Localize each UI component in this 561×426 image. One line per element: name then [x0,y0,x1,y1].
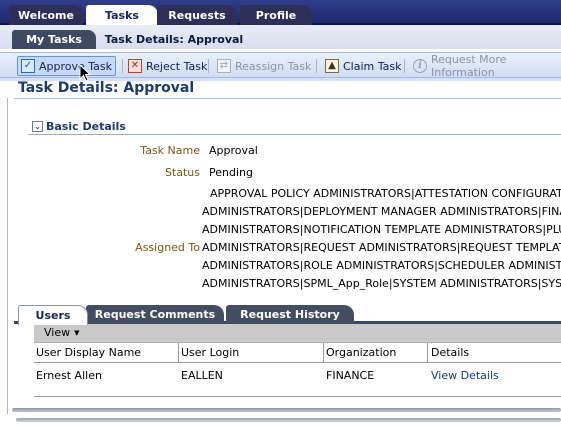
table-bottom-border [34,396,561,397]
view-toolbar: View ▼ [34,324,561,343]
approve-task-label: Approve Task [39,59,113,73]
assigned-to-line: APPROVAL POLICY ADMINISTRATORS|ATTESTATI… [210,187,561,200]
assigned-to-line: ADMINISTRATORS|REQUEST ADMINISTRATORS|RE… [202,241,561,254]
info-icon: i [413,59,427,73]
top-tab-bar: Welcome Tasks Requests Profile [0,0,561,26]
panel-bottom-border [12,408,561,412]
tab-my-tasks[interactable]: My Tasks [12,30,96,49]
toolbar-separator [122,59,123,73]
reassign-task-button[interactable]: ⇄ Reassign Task [214,56,314,76]
tab-users[interactable]: Users [18,305,88,325]
sub-tab-bar: My Tasks Task Details: Approval [0,25,561,49]
tab-tasks[interactable]: Tasks [86,5,158,26]
approve-icon: ✓ [21,59,35,73]
user-display-name-cell: Ernest Allen [36,369,102,382]
user-login-cell: EALLEN [181,369,223,382]
request-more-info-label: Request More Information [431,53,507,79]
tab-task-details[interactable]: Task Details: Approval [100,30,248,49]
page-title: Task Details: Approval [18,80,195,96]
assigned-to-value: APPROVAL POLICY ADMINISTRATORS|ATTESTATI… [202,185,561,293]
column-divider [178,343,179,363]
status-label: Status [164,166,200,179]
reject-icon: ✕ [128,59,142,73]
task-name-value: Approval [209,144,258,157]
title-divider [14,98,561,99]
reject-task-button[interactable]: ✕ Reject Task [125,56,210,76]
view-menu-label: View [44,326,71,339]
tab-requests[interactable]: Requests [157,5,237,25]
assigned-to-line: ADMINISTRATORS|DEPLOYMENT MANAGER ADMINI… [202,205,561,218]
organization-cell: FINANCE [326,369,375,382]
assigned-to-line: ADMINISTRATORS|SPML_App_Role|SYSTEM ADMI… [202,277,561,290]
toolbar-separator [316,59,317,73]
claim-task-label: Claim Task [343,59,402,73]
claim-task-button[interactable]: ▲ Claim Task [322,56,405,76]
content-border [7,98,8,414]
mouse-cursor-icon [79,64,92,82]
task-name-label: Task Name [140,144,200,157]
detail-tab-bar: Users Request Comments Request History [14,302,561,325]
page-bottom-border [16,418,561,422]
column-divider [323,343,324,363]
approve-task-button[interactable]: ✓ Approve Task [17,56,117,76]
basic-details-heading: Basic Details [46,120,126,133]
view-details-link[interactable]: View Details [431,369,499,382]
assigned-to-line: ADMINISTRATORS|ROLE ADMINISTRATORS|SCHED… [202,259,561,272]
section-divider [28,134,561,135]
assigned-to-line: ADMINISTRATORS|NOTIFICATION TEMPLATE ADM… [202,223,561,236]
basic-details-header[interactable]: ⌄ Basic Details [32,120,126,133]
status-value: Pending [209,166,253,179]
toolbar-separator [208,59,209,73]
tab-request-history[interactable]: Request History [226,305,354,324]
assigned-to-label: Assigned To [135,241,200,254]
reassign-icon: ⇄ [217,59,231,73]
toolbar-separator [404,59,405,73]
tab-profile[interactable]: Profile [240,5,312,25]
column-divider [427,343,428,363]
table-header: User Display Name User Login Organizatio… [34,343,561,363]
reject-task-label: Reject Task [146,59,208,73]
tab-welcome[interactable]: Welcome [9,5,83,25]
column-header[interactable]: Organization [326,346,396,359]
claim-icon: ▲ [325,59,339,73]
collapse-toggle-icon[interactable]: ⌄ [32,121,43,132]
view-menu-button[interactable]: View ▼ [44,326,80,339]
request-more-info-button[interactable]: i Request More Information [410,53,561,79]
column-header[interactable]: User Login [181,346,239,359]
column-header[interactable]: Details [431,346,469,359]
reassign-task-label: Reassign Task [235,59,312,73]
chevron-down-icon: ▼ [74,328,80,337]
table-row[interactable]: Ernest Allen EALLEN FINANCE View Details [34,364,561,386]
column-header[interactable]: User Display Name [36,346,141,359]
tab-request-comments[interactable]: Request Comments [86,305,224,324]
